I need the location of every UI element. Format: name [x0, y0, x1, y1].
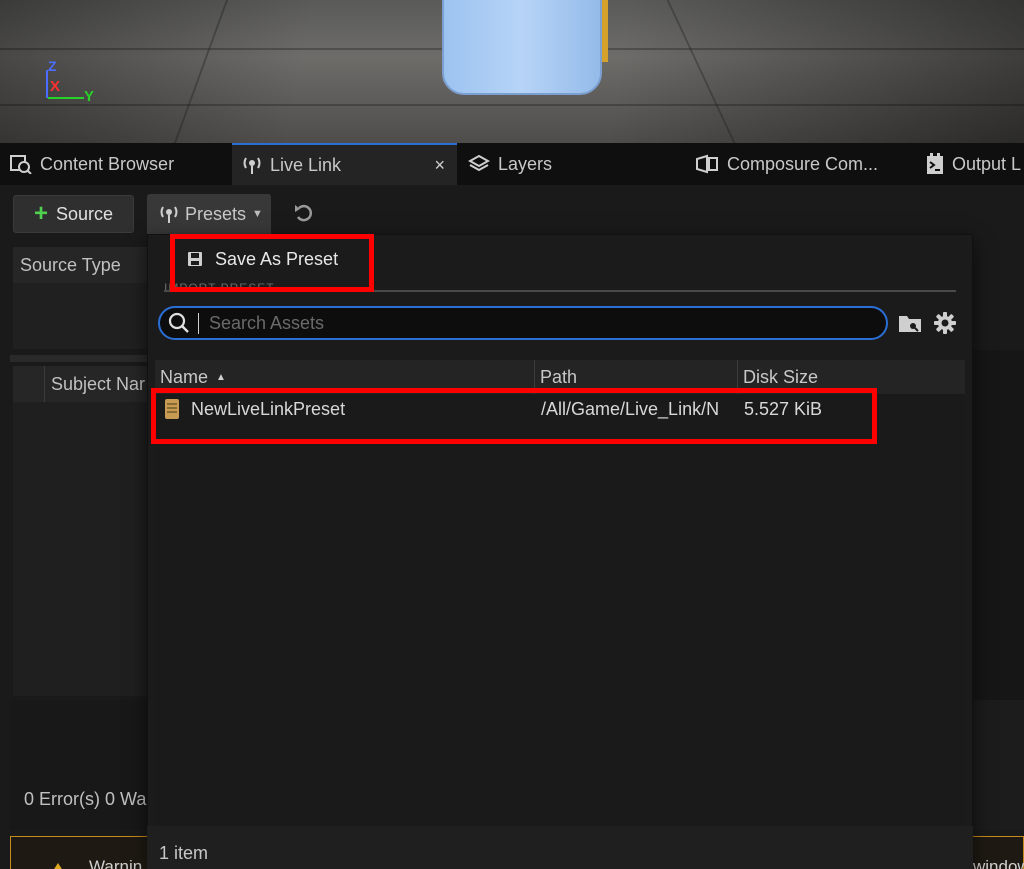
layers-icon	[468, 154, 490, 174]
tab-label: Content Browser	[40, 153, 175, 174]
asset-search-box[interactable]	[158, 306, 888, 340]
item-count: 1 item	[159, 843, 209, 863]
refresh-button[interactable]	[291, 200, 317, 226]
add-source-label: Source	[56, 203, 114, 224]
sort-ascending-icon: ▲	[216, 371, 226, 383]
splitter[interactable]	[10, 355, 147, 362]
tab-label: Live Link	[270, 154, 342, 175]
chevron-down-icon: ▼	[252, 208, 263, 220]
tab-output-log[interactable]: Output L	[926, 143, 1021, 185]
subject-name-column-header[interactable]: Subject Nar	[13, 366, 147, 402]
details-panel-lower	[972, 700, 1024, 830]
warning-text: Warnin	[89, 857, 143, 869]
column-label: Name	[160, 366, 209, 387]
z-axis-label: Z	[48, 58, 57, 74]
sources-list	[13, 283, 147, 349]
close-icon[interactable]: ×	[434, 155, 445, 176]
tab-content-browser[interactable]: Content Browser	[10, 143, 174, 185]
folder-button[interactable]	[898, 312, 922, 334]
source-type-column-header[interactable]: Source Type	[13, 247, 147, 283]
undo-icon	[295, 204, 313, 222]
live-link-icon	[242, 155, 262, 175]
level-viewport[interactable]: Z X Y	[0, 0, 1024, 143]
warning-icon	[49, 863, 67, 869]
tab-label: Composure Com...	[727, 153, 879, 174]
highlight-preset-row	[151, 388, 877, 444]
error-warning-count: 0 Error(s) 0 Wa	[24, 789, 147, 809]
settings-button[interactable]	[933, 311, 957, 335]
asset-list	[155, 394, 965, 826]
highlight-save-as-preset	[170, 234, 374, 292]
column-label: Disk Size	[743, 366, 819, 387]
asset-count-footer: 1 item	[147, 826, 973, 869]
tab-composure[interactable]: Composure Com...	[695, 143, 878, 185]
tab-layers[interactable]: Layers	[468, 143, 552, 185]
search-icon	[168, 312, 190, 334]
gear-icon	[934, 312, 956, 334]
tab-label: Output L	[952, 153, 1022, 174]
output-log-icon	[926, 153, 944, 175]
y-axis-label: Y	[84, 88, 95, 105]
composure-icon	[695, 154, 719, 174]
warning-text-right: window	[973, 857, 1024, 869]
content-browser-icon	[10, 154, 32, 174]
folder-icon	[899, 316, 921, 332]
column-label: Path	[540, 366, 578, 387]
y-axis-line	[48, 97, 84, 99]
plus-icon: +	[34, 200, 49, 227]
live-link-icon	[159, 204, 179, 224]
tab-label: Layers	[498, 153, 553, 174]
search-input[interactable]	[198, 312, 838, 334]
axis-gizmo: Z X Y	[40, 58, 100, 108]
tab-bar: Content Browser Live Link × Layers Compo…	[0, 143, 1024, 185]
column-marker	[13, 366, 45, 402]
message-status-area: 0 Error(s) 0 Wa	[10, 700, 147, 830]
z-axis-line	[46, 70, 48, 98]
subject-name-label: Subject Nar	[51, 373, 146, 394]
add-source-button[interactable]: + Source	[13, 195, 134, 233]
scene-mesh-object[interactable]	[442, 0, 608, 95]
presets-label: Presets	[185, 203, 247, 224]
tab-live-link[interactable]: Live Link ×	[232, 143, 457, 185]
subjects-list	[13, 402, 147, 696]
x-axis-label: X	[50, 78, 61, 95]
presets-button[interactable]: Presets ▼	[147, 194, 271, 234]
